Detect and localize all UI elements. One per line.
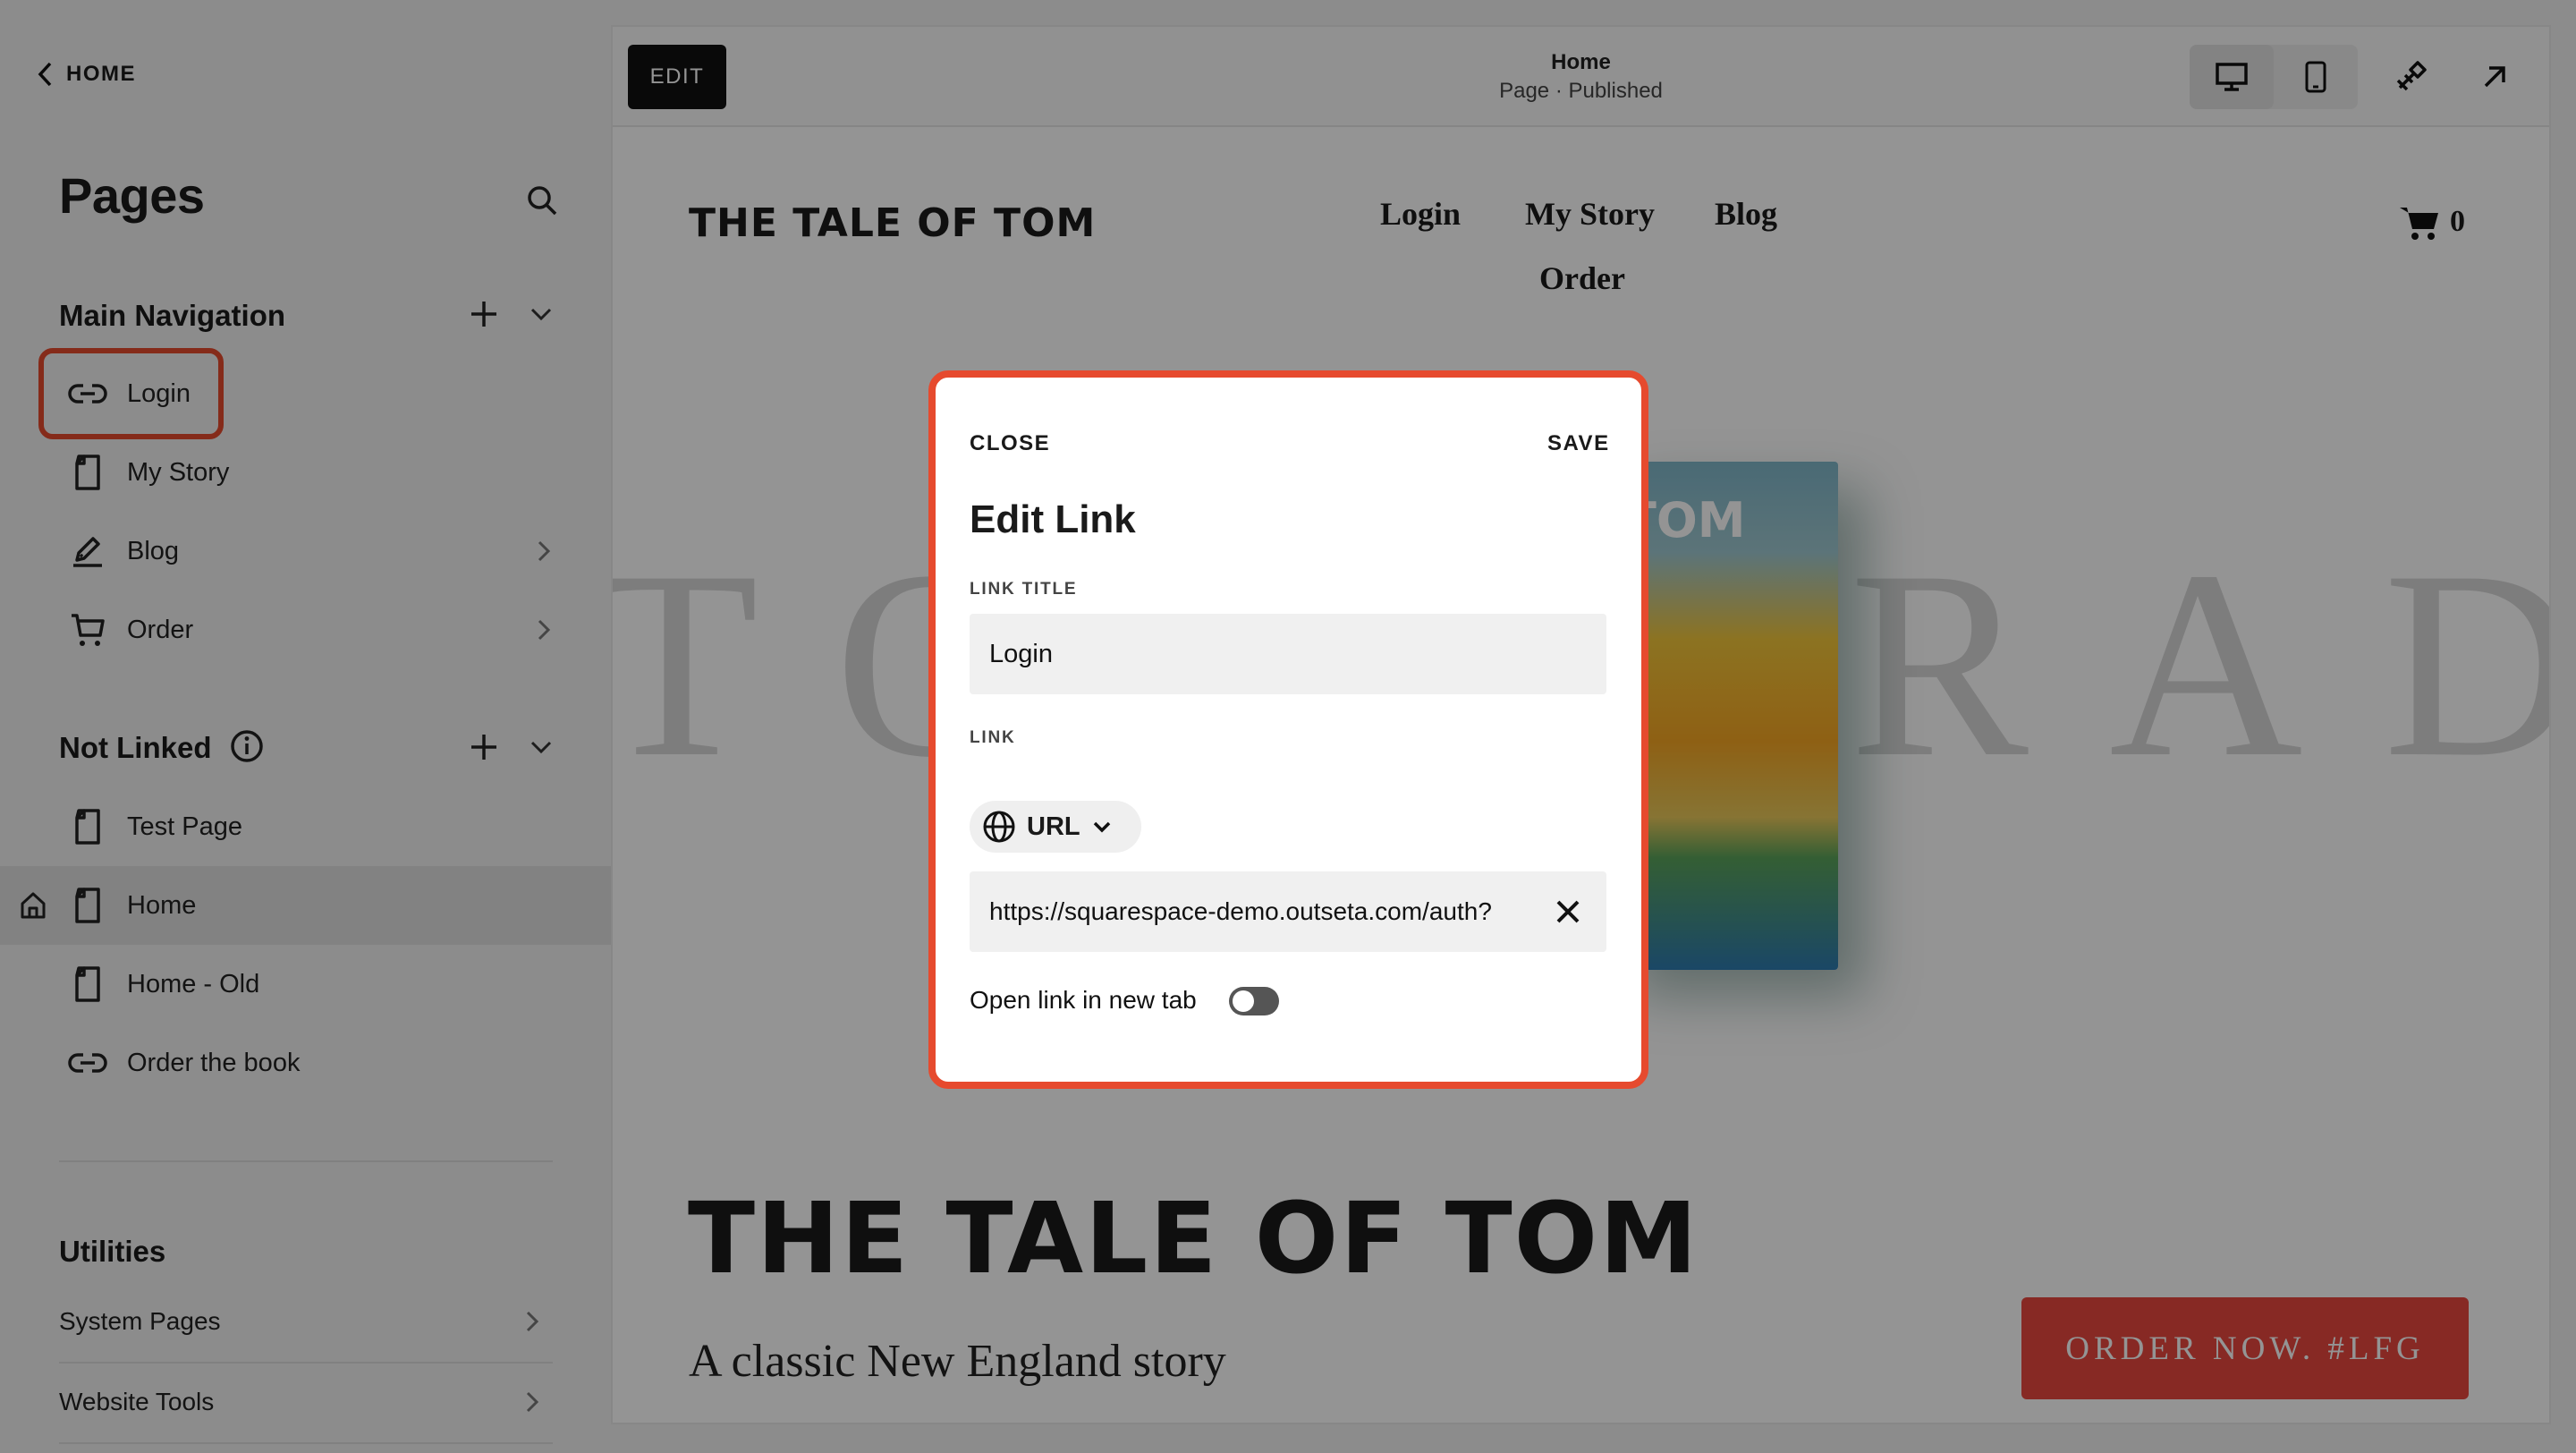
dialog-title: Edit Link [970,497,1136,541]
close-button[interactable]: CLOSE [970,431,1050,456]
toggle-knob [1233,990,1254,1012]
link-type-value: URL [1027,811,1080,841]
link-type-dropdown[interactable]: URL [970,801,1141,853]
edit-link-dialog [928,370,1648,1089]
chevron-down-icon [1093,821,1110,833]
save-button[interactable]: SAVE [1547,431,1610,456]
link-label: LINK [970,728,1016,747]
link-title-label: LINK TITLE [970,580,1078,599]
url-value: https://squarespace-demo.outseta.com/aut… [989,897,1492,925]
new-tab-label: Open link in new tab [970,986,1197,1014]
new-tab-toggle[interactable] [1229,987,1279,1015]
globe-icon [983,811,1015,843]
link-title-value: Login [989,639,1053,668]
url-input[interactable]: https://squarespace-demo.outseta.com/aut… [970,871,1606,952]
clear-icon[interactable] [1555,898,1581,925]
link-title-input[interactable]: Login [970,614,1606,694]
